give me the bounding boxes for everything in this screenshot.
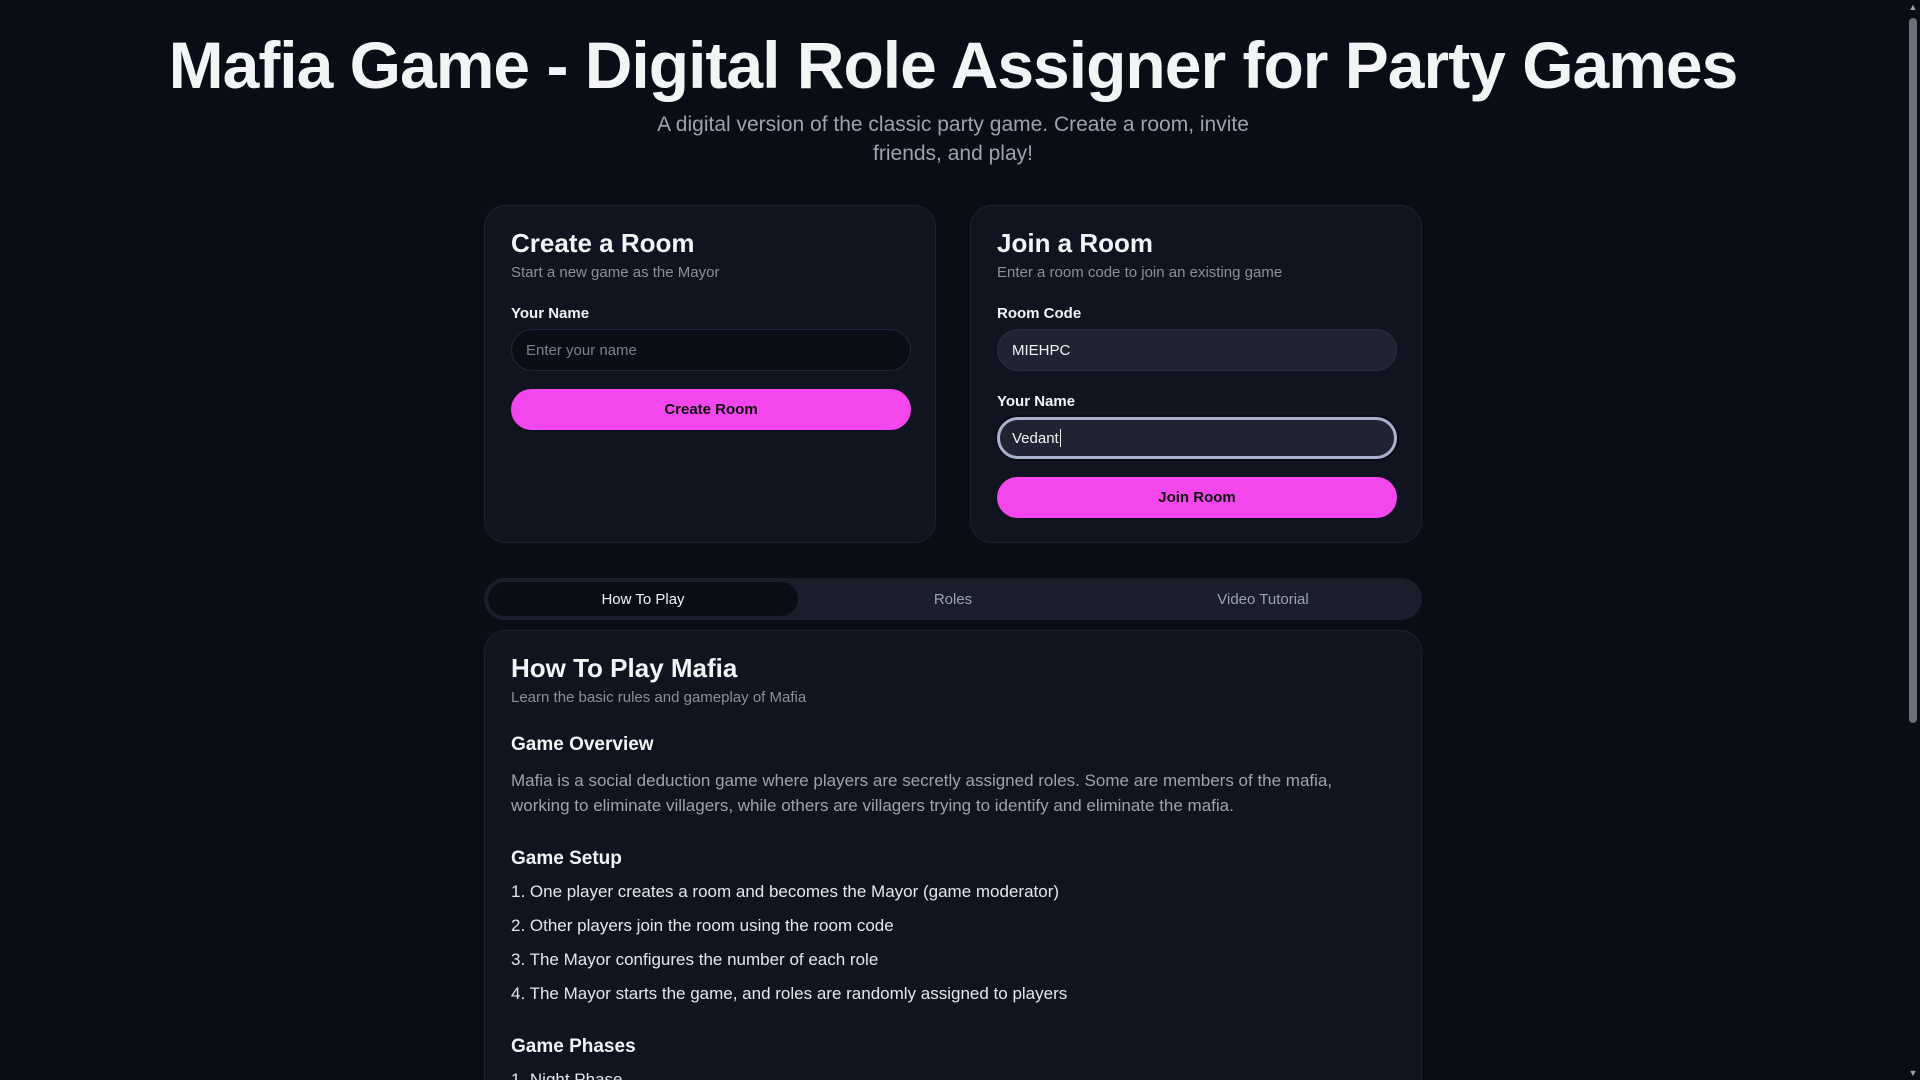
create-name-placeholder: Enter your name (526, 341, 637, 359)
create-room-description: Start a new game as the Mayor (511, 264, 720, 281)
page-subtitle: A digital version of the classic party g… (657, 113, 1249, 165)
page: Mafia Game - Digital Role Assigner for P… (0, 0, 1920, 1080)
create-room-card: Create a Room Start a new game as the Ma… (484, 205, 936, 543)
text-caret (1059, 429, 1061, 447)
scrollbar-thumb[interactable] (1909, 18, 1917, 723)
list-item: 2. Other players join the room using the… (511, 916, 894, 935)
room-code-value: MIEHPC (1012, 341, 1071, 359)
setup-steps: 1. One player creates a room and becomes… (511, 880, 1395, 1006)
tab-roles[interactable]: Roles (798, 582, 1108, 616)
create-name-input[interactable]: Enter your name (511, 329, 911, 371)
how-to-play-panel: How To Play Mafia Learn the basic rules … (484, 630, 1422, 1080)
create-room-title: Create a Room (511, 228, 695, 258)
room-code-label: Room Code (997, 305, 1082, 322)
join-room-description: Enter a room code to join an existing ga… (997, 264, 1283, 281)
join-room-title: Join a Room (997, 228, 1154, 258)
join-room-button[interactable]: Join Room (997, 477, 1397, 518)
how-to-play-description: Learn the basic rules and gameplay of Ma… (511, 689, 807, 706)
phases-steps: 1. Night Phase (511, 1068, 1395, 1080)
join-room-card: Join a Room Enter a room code to join an… (970, 205, 1422, 543)
create-room-button[interactable]: Create Room (511, 389, 911, 430)
scroll-down-arrow-icon[interactable]: ▼ (1908, 1068, 1918, 1078)
how-to-play-title: How To Play Mafia (511, 653, 738, 683)
room-cards: Create a Room Start a new game as the Ma… (484, 205, 1422, 543)
phases-heading: Game Phases (511, 1036, 636, 1057)
overview-heading: Game Overview (511, 734, 654, 755)
info-tabs: How To Play Roles Video Tutorial (484, 578, 1422, 620)
setup-heading: Game Setup (511, 848, 622, 869)
tab-how-to-play[interactable]: How To Play (488, 582, 798, 616)
scroll-up-arrow-icon[interactable]: ▲ (1908, 2, 1918, 12)
list-item: 3. The Mayor configures the number of ea… (511, 950, 879, 969)
create-name-label: Your Name (511, 305, 590, 322)
join-name-label: Your Name (997, 393, 1076, 410)
join-name-value: Vedant (1012, 429, 1059, 447)
list-item: 1. Night Phase (511, 1070, 623, 1080)
tab-video-tutorial[interactable]: Video Tutorial (1108, 582, 1418, 616)
list-item: 1. One player creates a room and becomes… (511, 882, 1060, 901)
page-title: Mafia Game - Digital Role Assigner for P… (168, 28, 1739, 102)
list-item: 4. The Mayor starts the game, and roles … (511, 984, 1068, 1003)
room-code-input[interactable]: MIEHPC (997, 329, 1397, 371)
main-content: Mafia Game - Digital Role Assigner for P… (0, 0, 1906, 1080)
overview-text: Mafia is a social deduction game where p… (511, 771, 1333, 815)
page-scrollbar[interactable]: ▲ ▼ (1906, 0, 1920, 1080)
join-name-input[interactable]: Vedant (997, 417, 1397, 459)
